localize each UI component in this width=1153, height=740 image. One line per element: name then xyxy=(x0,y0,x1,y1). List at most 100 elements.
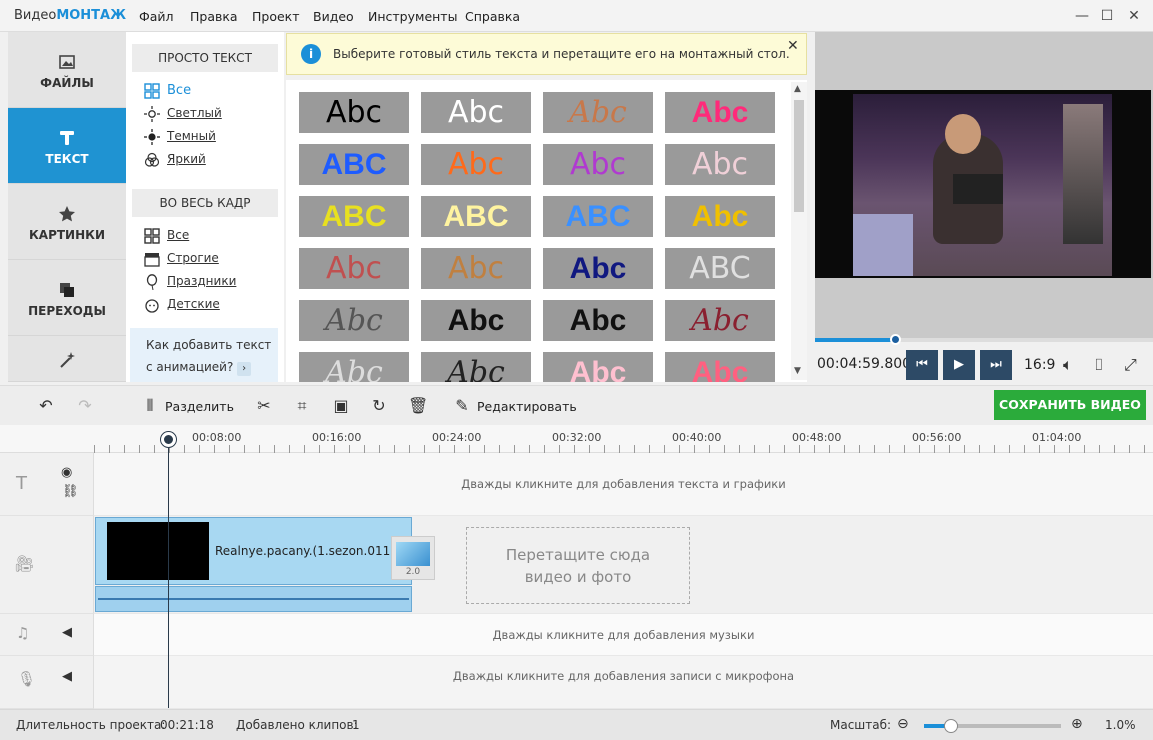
delete-icon[interactable]: 🗑︎ xyxy=(408,396,428,416)
playhead-handle[interactable] xyxy=(161,432,176,447)
close-icon[interactable]: ✕ xyxy=(1123,6,1145,26)
transition-block[interactable]: 2.0 xyxy=(391,536,435,580)
text-style-tile[interactable]: ABC xyxy=(665,248,775,289)
category-dark[interactable]: Темный xyxy=(144,127,216,145)
fullscreen-icon[interactable]: ⤢ xyxy=(1124,355,1137,375)
next-frame-button[interactable]: ⏭ xyxy=(980,350,1012,380)
image-icon xyxy=(59,55,75,69)
aspect-icon[interactable]: ▣ xyxy=(331,396,351,416)
zoom-out-icon[interactable]: ⊖ xyxy=(897,716,909,732)
nav-text[interactable]: ТЕКСТ xyxy=(8,108,126,184)
zoom-slider[interactable] xyxy=(924,719,1061,733)
save-video-button[interactable]: СОХРАНИТЬ ВИДЕО xyxy=(994,390,1146,420)
text-style-tile[interactable]: Abc xyxy=(299,248,409,289)
text-style-tile[interactable]: Abc xyxy=(543,144,653,185)
scroll-down-icon[interactable]: ▼ xyxy=(794,366,801,376)
video-clip[interactable]: Realnye.pacany.(1.sezon.011.se xyxy=(95,517,412,585)
ruler-label: 00:08:00 xyxy=(192,431,242,444)
nav-transitions[interactable]: ПЕРЕХОДЫ xyxy=(8,260,126,336)
volume-icon[interactable]: 🔈︎ xyxy=(1063,355,1073,375)
edit-icon[interactable]: ✎ xyxy=(452,396,472,416)
mic-track-header: 🎙︎ ◀ xyxy=(0,656,94,709)
menu-project[interactable]: Проект xyxy=(252,9,300,24)
rotate-icon[interactable]: ↻ xyxy=(369,396,389,416)
text-style-tile[interactable]: Abc xyxy=(299,92,409,133)
minimize-icon[interactable]: — xyxy=(1071,6,1093,26)
category-light[interactable]: Светлый xyxy=(144,104,222,122)
category-holidays[interactable]: Праздники xyxy=(144,272,236,290)
nav-images[interactable]: КАРТИНКИ xyxy=(8,184,126,260)
mic-track[interactable]: Дважды кликните для добавления записи с … xyxy=(94,656,1153,709)
text-style-tile[interactable]: ABC xyxy=(421,196,531,237)
nav-files[interactable]: ФАЙЛЫ xyxy=(8,32,126,108)
play-button[interactable]: ▶ xyxy=(943,350,975,380)
seek-progress xyxy=(815,338,897,342)
nav-effects[interactable] xyxy=(8,336,126,382)
text-style-tile[interactable]: Abc xyxy=(421,92,531,133)
ruler-label: 00:40:00 xyxy=(672,431,722,444)
redo-icon[interactable]: ↷ xyxy=(75,396,95,416)
split-button[interactable]: Разделить xyxy=(165,399,234,414)
category-strict[interactable]: Строгие xyxy=(144,249,219,267)
text-style-tile[interactable]: Abc xyxy=(543,300,653,341)
zoom-in-icon[interactable]: ⊕ xyxy=(1071,716,1083,732)
category-full-all[interactable]: Все xyxy=(144,226,189,244)
text-style-tile[interactable]: Abc xyxy=(421,352,531,382)
scroll-thumb[interactable] xyxy=(794,100,804,212)
text-style-tile[interactable]: ABC xyxy=(543,196,653,237)
text-style-tile[interactable]: Abc xyxy=(665,196,775,237)
aspect-ratio[interactable]: 16:9 xyxy=(1024,357,1055,373)
text-style-tile[interactable]: Abc xyxy=(421,144,531,185)
seek-handle[interactable] xyxy=(890,334,902,345)
video-frame[interactable] xyxy=(815,90,1151,278)
text-style-tile[interactable]: Abc xyxy=(421,300,531,341)
category-bright[interactable]: Яркий xyxy=(144,150,206,168)
speaker-icon[interactable]: ◀ xyxy=(62,625,72,640)
info-banner: i Выберите готовый стиль текста и перета… xyxy=(286,33,807,75)
snapshot-icon[interactable]: ⌷ xyxy=(1094,355,1104,375)
scroll-up-icon[interactable]: ▲ xyxy=(794,84,801,94)
menu-video[interactable]: Видео xyxy=(313,9,354,24)
gallery-scrollbar[interactable]: ▲ ▼ xyxy=(791,82,807,380)
prev-frame-button[interactable]: ⏮ xyxy=(906,350,938,380)
link-icon[interactable]: ⛓ xyxy=(62,484,79,499)
menu-file[interactable]: Файл xyxy=(139,9,174,24)
category-simple-all[interactable]: Все xyxy=(144,81,191,99)
text-style-tile[interactable]: Abc xyxy=(543,92,653,133)
ruler-label: 01:04:00 xyxy=(1032,431,1082,444)
eye-icon[interactable]: ◉ xyxy=(61,465,72,480)
text-style-tile[interactable]: Abc xyxy=(665,300,775,341)
menu-tools[interactable]: Инструменты xyxy=(368,9,457,24)
menu-help[interactable]: Справка xyxy=(465,9,520,24)
text-style-tile[interactable]: Abc xyxy=(543,248,653,289)
undo-icon[interactable]: ↶ xyxy=(36,396,56,416)
maximize-icon[interactable]: ☐ xyxy=(1096,6,1118,26)
speaker-icon[interactable]: ◀ xyxy=(62,669,72,684)
text-style-tile[interactable]: Abc xyxy=(299,352,409,382)
info-close-button[interactable]: ✕ xyxy=(787,38,799,54)
text-style-tile[interactable]: Abc xyxy=(421,248,531,289)
split-icon[interactable]: ⫴ xyxy=(140,396,160,416)
text-style-tile[interactable]: Abc xyxy=(543,352,653,382)
crop-icon[interactable]: ⌗ xyxy=(292,396,312,416)
ruler-label: 00:32:00 xyxy=(552,431,602,444)
zoom-handle[interactable] xyxy=(944,719,959,733)
media-drop-zone[interactable]: Перетащите сюда видео и фото xyxy=(466,527,690,604)
music-track[interactable]: Дважды кликните для добавления музыки xyxy=(94,614,1153,656)
text-icon xyxy=(60,131,74,145)
text-style-tile[interactable]: Abc xyxy=(299,300,409,341)
text-style-tile[interactable]: ABC xyxy=(299,144,409,185)
menu-edit[interactable]: Правка xyxy=(190,9,238,24)
category-kids[interactable]: Детские xyxy=(144,295,220,313)
text-style-tile[interactable]: Abc xyxy=(665,352,775,382)
clip-audio-waveform[interactable] xyxy=(95,586,412,612)
text-style-tile[interactable]: ABC xyxy=(299,196,409,237)
ruler-label: 00:48:00 xyxy=(792,431,842,444)
edit-button[interactable]: Редактировать xyxy=(477,399,577,414)
text-style-tile[interactable]: Abc xyxy=(665,144,775,185)
seek-bar[interactable] xyxy=(815,334,1153,345)
text-style-tile[interactable]: Abc xyxy=(665,92,775,133)
text-track[interactable]: Дважды кликните для добавления текста и … xyxy=(94,453,1153,516)
howto-link[interactable]: Как добавить текст с анимацией? › xyxy=(130,328,278,382)
scissors-icon[interactable]: ✂ xyxy=(254,396,274,416)
